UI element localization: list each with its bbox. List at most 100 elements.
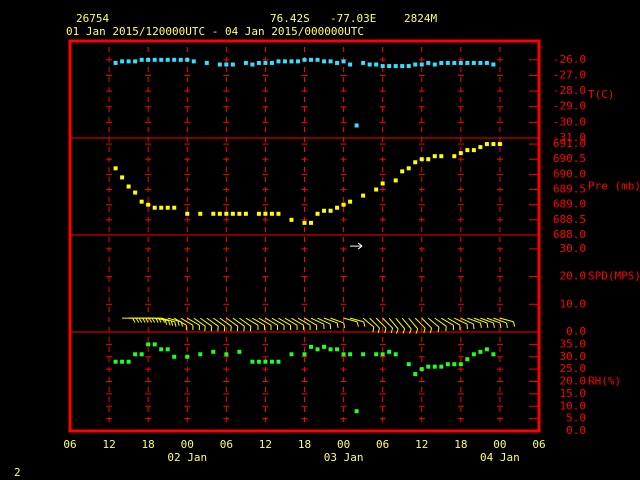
pres-point	[217, 211, 222, 216]
y-tick-label: 688.0	[553, 228, 586, 241]
rh-point	[426, 364, 431, 369]
temp-point	[256, 60, 261, 65]
rh-point	[478, 349, 483, 354]
pres-point	[133, 190, 138, 195]
pres-point	[484, 142, 489, 147]
wind-barb-flag	[148, 317, 153, 323]
y-tick-label: -26.0	[553, 53, 586, 66]
wind-barb-flag	[437, 327, 440, 333]
rh-point	[146, 342, 151, 347]
wind-barb-flag	[336, 322, 339, 328]
panel-label: RH(%)	[588, 375, 621, 388]
rh-point	[406, 362, 411, 367]
temp-point	[113, 60, 118, 65]
pres-point	[426, 157, 431, 162]
wind-barb	[154, 317, 171, 326]
temp-point	[406, 64, 411, 69]
rh-point	[393, 352, 398, 357]
rh-point	[484, 347, 489, 352]
data-layer	[113, 57, 516, 414]
rh-point	[354, 409, 359, 414]
pres-point	[315, 211, 320, 216]
rh-point	[256, 359, 261, 364]
pres-point	[471, 148, 476, 153]
rh-point	[315, 347, 320, 352]
rh-point	[165, 347, 170, 352]
wind-barb-flag	[138, 317, 143, 323]
y-tick-label: 20.0	[560, 375, 587, 388]
wind-arrow-outlier	[350, 242, 363, 250]
temp-point	[269, 60, 274, 65]
temp-point	[471, 60, 476, 65]
y-tick-label: -30.0	[553, 115, 586, 128]
wind-barb-flag	[415, 328, 419, 334]
pres-point	[406, 166, 411, 171]
y-tick-label: 25.0	[560, 362, 587, 375]
pres-point	[120, 175, 125, 180]
temp-point	[302, 57, 307, 62]
wind-barb-flag	[356, 321, 359, 327]
temp-point	[400, 64, 405, 69]
station-id: 26754	[76, 12, 109, 25]
wind-barb-shaft	[232, 317, 245, 327]
wind-barb-shaft	[460, 317, 474, 325]
pres-point	[198, 211, 203, 216]
y-tick-label: 689.5	[553, 183, 586, 196]
wind-barb-flag	[167, 320, 171, 326]
rh-point	[172, 354, 177, 359]
pres-point	[380, 181, 385, 186]
temp-point	[191, 59, 196, 64]
pres-point	[230, 211, 235, 216]
temp-point	[282, 59, 287, 64]
wind-barb-shaft	[252, 317, 265, 326]
pres-point	[341, 202, 346, 207]
temp-point	[159, 57, 164, 62]
rh-point	[152, 342, 157, 347]
rh-point	[322, 344, 327, 349]
x-tick-label: 06	[63, 438, 76, 451]
wind-barb-shaft	[480, 317, 494, 324]
wind-barb-shaft	[193, 317, 206, 327]
temp-point	[393, 64, 398, 69]
pres-point	[263, 211, 268, 216]
pres-point	[289, 217, 294, 222]
pres-point	[374, 187, 379, 192]
temp-point	[224, 62, 229, 67]
temp-point	[419, 62, 424, 67]
rh-point	[126, 359, 131, 364]
pres-point	[465, 148, 470, 153]
pres-point	[237, 211, 242, 216]
pres-point	[335, 205, 340, 210]
wind-barb-shaft	[330, 317, 344, 324]
temp-point	[322, 59, 327, 64]
pres-point	[393, 178, 398, 183]
temp-point	[120, 59, 125, 64]
pres-point	[172, 205, 177, 210]
y-tick-label: 5.0	[566, 412, 586, 425]
rh-point	[374, 352, 379, 357]
wind-barb-shaft	[447, 317, 461, 326]
y-tick-label: 35.0	[560, 337, 587, 350]
pres-point	[243, 211, 248, 216]
rh-point	[458, 362, 463, 367]
temp-point	[354, 123, 359, 128]
wind-barb-shaft	[213, 317, 226, 327]
temp-point	[204, 60, 209, 65]
y-tick-label: -28.0	[553, 84, 586, 97]
wind-barb-flag	[395, 328, 399, 334]
y-tick-label: 689.0	[553, 198, 586, 211]
wind-barb-shaft	[284, 317, 298, 326]
pres-point	[165, 205, 170, 210]
wind-barb-flag	[372, 327, 375, 333]
station-lon: -77.03E	[330, 12, 376, 25]
rh-point	[361, 352, 366, 357]
grid-layer	[70, 47, 539, 432]
corner-label: 2	[14, 466, 21, 479]
temp-point	[484, 60, 489, 65]
wind-barb-flag	[512, 321, 516, 327]
x-tick-label: 18	[298, 438, 311, 451]
temp-point	[133, 59, 138, 64]
wind-barb-shaft	[187, 317, 200, 326]
pres-point	[432, 154, 437, 159]
pres-point	[309, 220, 314, 225]
